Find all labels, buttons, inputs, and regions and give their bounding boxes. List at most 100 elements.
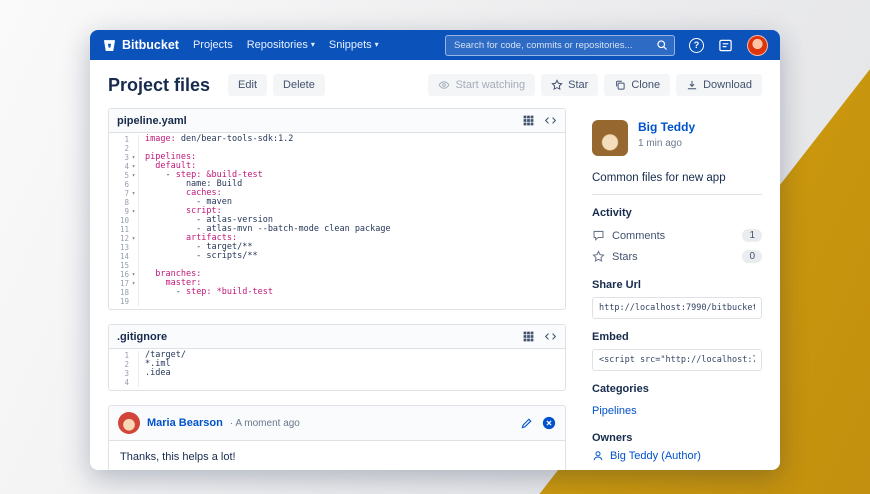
line-number: 9	[124, 207, 129, 216]
source-view-icon[interactable]	[544, 330, 557, 343]
code-line: - step: *build-test	[145, 287, 273, 297]
comment-body: Thanks, this helps a lot!	[109, 440, 565, 470]
navbar: Bitbucket Projects Repositories ▾ Snippets ▾…	[90, 30, 780, 60]
share-url-heading: Share Url	[592, 279, 641, 291]
line-number: 11	[119, 225, 129, 234]
help-icon[interactable]: ?	[689, 37, 704, 53]
source-view-icon[interactable]	[544, 114, 557, 127]
categories-list: Pipelines	[592, 401, 762, 420]
comment-actions	[520, 416, 556, 430]
line-number: 18	[119, 288, 129, 297]
bitbucket-brand[interactable]: Bitbucket	[102, 38, 179, 53]
comment-author-link[interactable]: Maria Bearson	[147, 417, 223, 429]
activity-row-stars[interactable]: Stars 0	[592, 246, 762, 267]
download-button[interactable]: Download	[676, 74, 762, 96]
comment-header: Maria Bearson · A moment ago	[109, 406, 565, 440]
search-box	[445, 34, 675, 56]
code-line: - scripts/**	[145, 251, 258, 261]
star-button[interactable]: Star	[541, 74, 599, 96]
categories-heading: Categories	[592, 383, 649, 395]
comment-icon	[592, 229, 605, 242]
line-number: 5	[124, 171, 129, 180]
search-input[interactable]	[452, 38, 656, 52]
owners-heading: Owners	[592, 432, 633, 444]
download-icon	[686, 79, 698, 91]
edit-comment-icon[interactable]	[520, 417, 533, 430]
delete-comment-icon[interactable]	[542, 416, 556, 430]
owner-link-row[interactable]: Big Teddy (Author)	[592, 450, 762, 462]
fold-arrow-icon[interactable]: ▾	[129, 171, 138, 180]
start-watching-button[interactable]: Start watching	[428, 74, 536, 96]
header-right-buttons: Start watching Star Clone Download	[428, 74, 762, 96]
files-column: pipeline.yaml 1 image: den/bear-tools-sdk:…	[108, 108, 566, 470]
app-window: Bitbucket Projects Repositories ▾ Snippets ▾…	[90, 30, 780, 470]
fold-arrow-icon[interactable]: ▾	[129, 270, 138, 279]
file-name: .gitignore	[117, 330, 168, 343]
line-number: 2	[124, 144, 129, 153]
code-line: image: den/bear-tools-sdk:1.2	[145, 134, 294, 144]
line-number: 10	[119, 216, 129, 225]
comment-card: Maria Bearson · A moment ago Thanks, thi…	[108, 405, 566, 470]
code-block: 1 image: den/bear-tools-sdk:1.2 2 3 ▾ pipelin…	[109, 133, 565, 309]
snippet-description: Common files for new app	[592, 172, 726, 184]
file-card: .gitignore 1/target/2 *.iml 3 .idea 4	[108, 324, 566, 391]
clone-button[interactable]: Clone	[604, 74, 671, 96]
fold-arrow-icon[interactable]: ▾	[129, 207, 138, 216]
bitbucket-logo-icon	[102, 38, 117, 53]
count-badge: 1	[742, 229, 762, 242]
line-number: 3	[124, 153, 129, 162]
fold-arrow-icon[interactable]: ▾	[129, 234, 138, 243]
code-block: 1/target/2 *.iml 3 .idea 4	[109, 349, 565, 390]
chevron-down-icon: ▾	[310, 40, 315, 49]
line-number: 12	[119, 234, 129, 243]
line-number: 8	[124, 198, 129, 207]
edit-button[interactable]: Edit	[228, 74, 268, 96]
share-url-input[interactable]	[592, 297, 762, 319]
star-icon	[551, 79, 563, 91]
sidebar: Big Teddy 1 min ago Common files for new…	[592, 108, 762, 470]
search-icon[interactable]	[656, 39, 668, 51]
table-view-icon[interactable]	[522, 114, 535, 127]
embed-input[interactable]	[592, 349, 762, 371]
nav-item-snippets[interactable]: Snippets ▾	[329, 39, 379, 51]
delete-button[interactable]: Delete	[273, 74, 325, 96]
nav-menu: Projects Repositories ▾ Snippets ▾	[193, 39, 379, 51]
count-badge: 0	[742, 250, 762, 263]
table-view-icon[interactable]	[522, 330, 535, 343]
nav-item-projects[interactable]: Projects	[193, 39, 233, 51]
line-number: 19	[119, 297, 129, 306]
owner-timestamp: 1 min ago	[638, 138, 682, 149]
snippet-owner: Big Teddy 1 min ago	[592, 120, 762, 156]
line-number: 1	[124, 351, 129, 360]
page-header: Project files Edit Delete Start watching S…	[90, 60, 780, 108]
activity-row-comments[interactable]: Comments 1	[592, 225, 762, 246]
user-avatar[interactable]	[747, 34, 768, 56]
fold-arrow-icon[interactable]: ▾	[129, 279, 138, 288]
fold-arrow-icon[interactable]: ▾	[129, 153, 138, 162]
category-link[interactable]: Pipelines	[592, 405, 637, 417]
activity-rows: Comments 1 Stars 0	[592, 225, 762, 267]
eye-icon	[438, 79, 450, 91]
code-line: .idea	[145, 368, 171, 378]
line-number: 4	[124, 378, 129, 387]
line-number: 14	[119, 252, 129, 261]
person-icon	[592, 450, 604, 462]
line-number: 6	[124, 180, 129, 189]
line-number: 4	[124, 162, 129, 171]
fold-arrow-icon[interactable]: ▾	[129, 162, 138, 171]
file-card-header: pipeline.yaml	[109, 109, 565, 133]
fold-arrow-icon[interactable]: ▾	[129, 189, 138, 198]
comment-meta-separator: ·	[229, 417, 234, 429]
divider	[592, 194, 762, 195]
comment-author-avatar[interactable]	[118, 412, 140, 434]
line-number: 2	[124, 360, 129, 369]
brand-label: Bitbucket	[122, 38, 179, 52]
page-title: Project files	[108, 74, 211, 95]
owner-avatar[interactable]	[592, 120, 628, 156]
embed-heading: Embed	[592, 331, 629, 343]
owners-list: Big Teddy (Author)	[592, 450, 762, 462]
owner-name-link[interactable]: Big Teddy	[638, 120, 695, 134]
nav-item-repositories[interactable]: Repositories ▾	[247, 39, 315, 51]
feedback-panel-icon[interactable]	[718, 38, 733, 53]
star-icon	[592, 250, 605, 263]
